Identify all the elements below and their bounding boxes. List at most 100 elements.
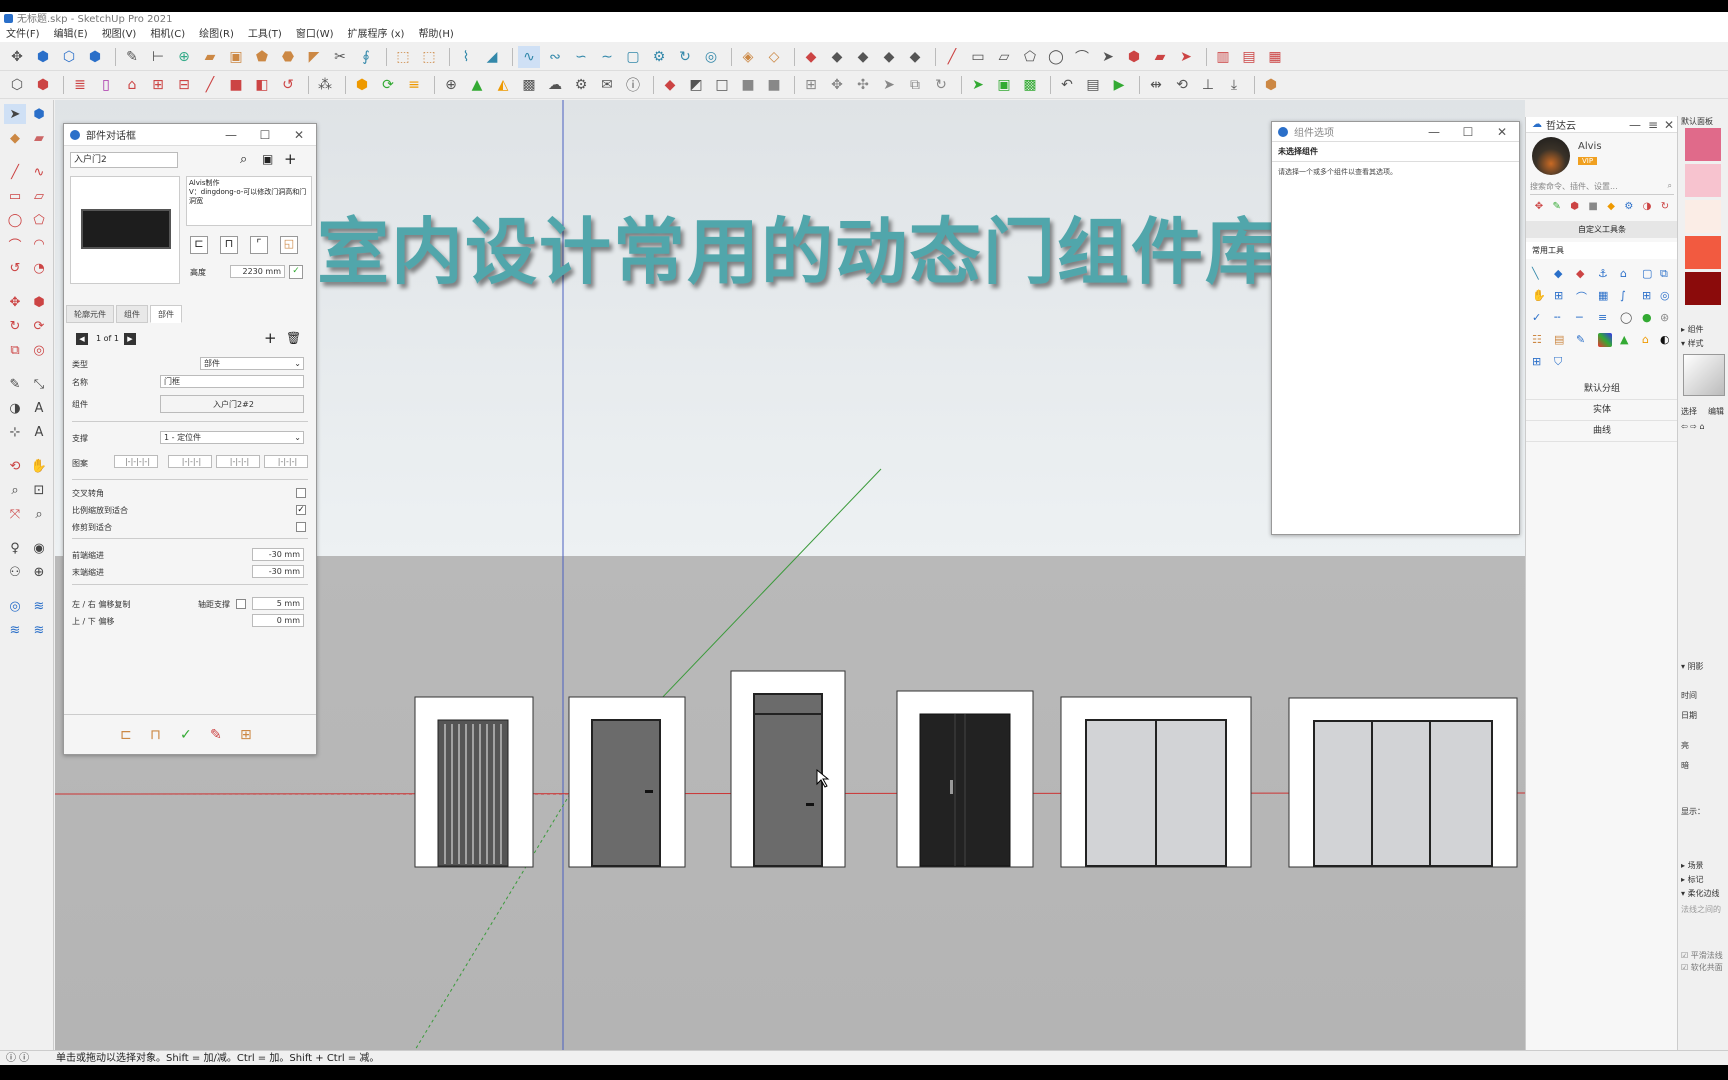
menu-edit[interactable]: 编辑(E) [54,28,88,42]
door-4-double-black[interactable] [896,690,1034,868]
protractor-icon[interactable]: ◑ [4,398,26,418]
box-icon[interactable]: ▣ [225,46,247,68]
rotated-rect-icon[interactable]: ▱ [993,46,1015,68]
prev-page-icon[interactable]: ◀ [76,333,88,345]
grid-grid-icon[interactable]: ⊞ [1642,289,1656,303]
drop-icon[interactable]: ⤓ [1223,74,1245,96]
cursor-icon[interactable]: ➤ [878,74,900,96]
stairs-icon[interactable]: ⌇ [455,46,477,68]
component-button[interactable]: 入户门2#2 [160,395,304,413]
eraser-left-icon[interactable]: ▰ [28,128,50,148]
paint-bucket-icon[interactable]: ◆ [659,74,681,96]
line-grid-icon[interactable]: ╲ [1532,267,1546,281]
gray-square-icon[interactable]: ■ [737,74,759,96]
pattern-3-button[interactable]: |-|-|-| [216,455,260,468]
frame-c-icon[interactable]: ⌜ [250,236,268,254]
text-icon[interactable]: ⁂ [314,74,336,96]
offset-tool-icon[interactable]: ◎ [28,340,50,360]
menu-file[interactable]: 文件(F) [6,28,40,42]
rainbow-grid-icon[interactable] [1598,333,1612,347]
section-styles[interactable]: ▾ 样式 [1681,338,1704,349]
front-indent-input[interactable]: -30 mm [252,548,304,561]
door-5-double-glass[interactable] [1060,696,1252,868]
rect-tool-icon[interactable]: ▭ [4,186,26,206]
section-scenes[interactable]: ▸ 场景 [1681,860,1704,871]
shield-grid-icon[interactable]: ⛉ [1554,355,1568,369]
curve-grid-icon[interactable]: ∫ [1620,289,1634,303]
frame-d-icon[interactable]: ◱ [280,236,298,254]
bin-grid-icon[interactable]: ⌂ [1620,267,1634,281]
swatch-orange-red[interactable] [1685,236,1721,269]
type-select[interactable]: 部件 ⌄ [200,357,304,370]
smooth-normals-checkbox[interactable]: ☑ 平滑法线 [1681,950,1723,961]
zhidayun-search-input[interactable]: 搜索命令、插件、设置... ⌕ [1530,181,1674,195]
rotate3d-icon[interactable]: ⟲ [1171,74,1193,96]
pattern-4-button[interactable]: |-|-|-| [264,455,308,468]
axis-icon[interactable]: ⊥ [1197,74,1219,96]
section-components[interactable]: ▸ 组件 [1681,324,1704,335]
menu-view[interactable]: 视图(V) [102,28,137,42]
window-icon[interactable]: ⊞ [147,74,169,96]
top-view-icon[interactable]: ⬢ [32,74,54,96]
orbit-quick-icon[interactable]: ◑ [1643,201,1652,215]
swatch-light-pink[interactable] [1685,164,1721,197]
look-around-icon[interactable]: ◉ [28,538,50,558]
house-grid-icon[interactable]: ⌂ [1642,333,1656,347]
freehand-icon[interactable]: ∿ [28,162,50,182]
door-6-triple-glass[interactable] [1288,697,1518,868]
name-input[interactable]: 门框 [160,375,304,388]
refresh-quick-icon[interactable]: ↻ [1661,201,1669,215]
red-square-icon[interactable]: ■ [225,74,247,96]
align-icon[interactable]: ⊞ [800,74,822,96]
play-icon[interactable]: ▶ [1108,74,1130,96]
panel-grid-icon[interactable]: ▦ [1598,289,1612,303]
orbit-icon[interactable]: ⟲ [4,456,26,476]
frame-a-icon[interactable]: ⊏ [190,236,208,254]
iso-view-icon[interactable]: ⬡ [6,74,28,96]
sandbox-3-icon[interactable]: ≋ [4,620,26,640]
undo-icon[interactable]: ↶ [1056,74,1078,96]
menu-camera[interactable]: 相机(C) [150,28,185,42]
arc-icon[interactable]: ⌒ [1071,46,1093,68]
gear-icon[interactable]: ⚙ [648,46,670,68]
door-2-gray[interactable] [568,696,686,868]
section-shadows[interactable]: ▾ 阴影 [1681,661,1704,672]
component-grid-icon[interactable]: ◆ [1576,267,1590,281]
gear-quick-icon[interactable]: ⚙ [1624,201,1633,215]
dark-square-icon[interactable]: ■ [763,74,785,96]
dash-grid-icon[interactable]: ╌ [1554,311,1568,325]
eraser-icon[interactable]: ▰ [199,46,221,68]
select-tool-icon[interactable]: ➤ [4,104,26,124]
pattern-1-button[interactable]: |-|-|-|-| [114,455,158,468]
rect-rotated-tool-icon[interactable]: ▱ [28,186,50,206]
move-quick-icon[interactable]: ✥ [1535,201,1543,215]
lr-offset-input[interactable]: 5 mm [252,597,304,610]
follow-icon[interactable]: ⬣ [277,46,299,68]
sphere-grid-icon[interactable]: ◯ [1620,311,1634,325]
make-component-icon[interactable]: ⬢ [28,104,50,124]
map-icon[interactable]: ◇ [763,46,785,68]
door-icon[interactable]: ▯ [95,74,117,96]
pie-tool-icon[interactable]: ◔ [28,258,50,278]
cube-grid-icon[interactable]: ◆ [1554,267,1568,281]
dimension-icon[interactable]: ⊢ [147,46,169,68]
ud-offset-input[interactable]: 0 mm [252,614,304,627]
add-part-icon[interactable]: + [264,329,277,347]
outline-icon[interactable]: ⬚ [392,46,414,68]
soften-coplanar-checkbox[interactable]: ☑ 软化共面 [1681,962,1723,973]
solid-trim-icon[interactable]: ◆ [852,46,874,68]
minimize-icon[interactable]: — [1625,118,1645,132]
cube-orange-icon[interactable]: ⬢ [351,74,373,96]
3d-text-icon[interactable]: A [28,422,50,442]
tree-grid-icon[interactable]: ▲ [1620,333,1634,347]
section-soften-edges[interactable]: ▾ 柔化边线 [1681,888,1720,899]
scale-tool-icon[interactable]: ⧉ [4,340,26,360]
door-3-transom[interactable] [730,670,846,868]
trim-fit-checkbox[interactable] [296,522,306,532]
list-item-curve[interactable]: 曲线 [1526,421,1678,442]
styles-nav-icons[interactable]: ⇦ ⇨ ⌂ [1681,422,1705,431]
polygon-icon[interactable]: ⬠ [1019,46,1041,68]
styles-select-tab[interactable]: 选择 [1681,406,1697,417]
window-grid-icon[interactable]: ⊞ [1532,355,1546,369]
line-tool-icon[interactable]: ╱ [4,162,26,182]
